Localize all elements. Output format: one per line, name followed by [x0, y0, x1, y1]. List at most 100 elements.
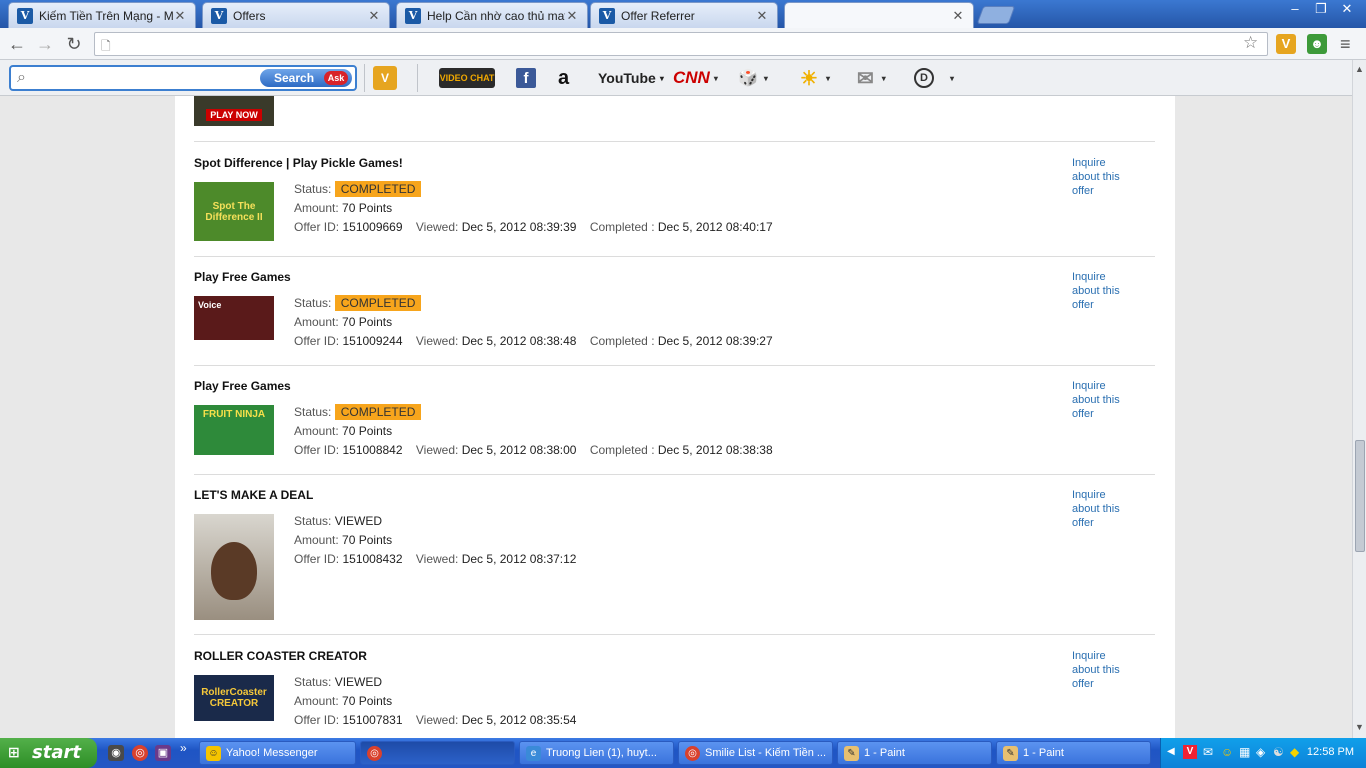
forward-arrow-icon[interactable]: →: [34, 33, 56, 55]
windows-taskbar: ⊞ start ◉ ◎ ▣ » ☺ Yahoo! Messenger ◎ e Truo…: [0, 738, 1366, 768]
wrench-menu-icon[interactable]: ≡: [1340, 34, 1351, 55]
viewed-label: Viewed:: [415, 220, 459, 234]
taskbar-yahoo-messenger[interactable]: ☺ Yahoo! Messenger: [199, 741, 356, 765]
games-icon[interactable]: 🎲 ▾: [738, 65, 768, 91]
task-label: 1 - Paint: [1023, 747, 1064, 759]
offer-id-value: 151009669: [342, 220, 403, 234]
v-toolbar-icon[interactable]: V: [373, 66, 397, 90]
tab-help[interactable]: V Help Cần nhờ cao thủ matom ✕: [396, 2, 588, 28]
weather-icon[interactable]: ☀ ▾: [800, 65, 830, 91]
yahoo-tray-icon[interactable]: ☺: [1221, 745, 1233, 759]
tab-active[interactable]: ✕: [784, 2, 974, 28]
reload-icon[interactable]: ↻: [63, 33, 85, 55]
viewed-value: Dec 5, 2012 08:38:48: [461, 334, 577, 348]
robot-extension-icon[interactable]: ☻: [1307, 34, 1327, 54]
ask-search-button[interactable]: Search Ask: [260, 69, 352, 87]
offer-item: PLAY NOW: [194, 96, 1155, 142]
completed-value: Dec 5, 2012 08:39:27: [657, 334, 773, 348]
offer-item: ROLLER COASTER CREATOR RollerCoaster CRE…: [194, 649, 1155, 738]
tab-offers[interactable]: V Offers ✕: [202, 2, 390, 28]
close-window-button[interactable]: ✕: [1334, 0, 1360, 18]
scroll-down-arrow-icon[interactable]: ▼: [1355, 722, 1364, 732]
inquire-offer-link[interactable]: Inquire about this offer: [1072, 649, 1136, 691]
back-arrow-icon[interactable]: ←: [6, 33, 28, 55]
offer-thumbnail[interactable]: Voice: [194, 296, 274, 340]
offer-item: Play Free Games Voice Status: COMPLETED …: [194, 270, 1155, 366]
taskbar-chrome-smilie[interactable]: ◎ Smilie List - Kiếm Tiền ...: [678, 741, 833, 765]
tray-expand-icon[interactable]: ◀: [1167, 746, 1175, 757]
chrome-icon: ◎: [367, 746, 382, 761]
close-tab-icon[interactable]: ✕: [951, 8, 965, 24]
start-button[interactable]: ⊞ start: [0, 738, 97, 768]
offer-thumbnail[interactable]: PLAY NOW: [194, 96, 274, 126]
chrome-icon: ◎: [685, 746, 700, 761]
amount-label: Amount:: [294, 201, 339, 215]
offer-id-label: Offer ID:: [294, 713, 340, 727]
tray-app-icon[interactable]: ✉: [1203, 745, 1213, 759]
viewed-value: Dec 5, 2012 08:37:12: [461, 552, 577, 566]
status-label: Status:: [294, 675, 332, 689]
taskbar-chrome-window[interactable]: ◎: [360, 741, 515, 765]
vforum-favicon-icon: V: [211, 7, 227, 24]
alert-tray-icon[interactable]: ◆: [1290, 745, 1299, 759]
close-tab-icon[interactable]: ✕: [565, 8, 579, 24]
amazon-icon[interactable]: a: [558, 65, 569, 91]
taskbar-paint-1[interactable]: ✎ 1 - Paint: [837, 741, 992, 765]
network-tray-icon[interactable]: ▦: [1239, 745, 1250, 759]
status-badge: COMPLETED: [334, 181, 422, 197]
vertical-scrollbar[interactable]: ▲ ▼: [1352, 60, 1366, 738]
offer-thumbnail[interactable]: Spot The Difference II: [194, 182, 274, 241]
omnibox[interactable]: 🗋: [94, 32, 1268, 56]
radio-icon[interactable]: D ▾: [914, 65, 954, 91]
chrome-quicklaunch-icon[interactable]: ◎: [132, 745, 148, 761]
ask-search-box[interactable]: ⌕ Search Ask: [9, 65, 357, 91]
thumbnail-text: Voice: [198, 300, 222, 310]
toolbar-divider: [364, 64, 365, 92]
amount-label: Amount:: [294, 424, 339, 438]
inquire-offer-link[interactable]: Inquire about this offer: [1072, 488, 1136, 530]
offer-id-value: 151007831: [342, 713, 403, 727]
offer-title: ROLLER COASTER CREATOR: [194, 649, 367, 663]
clock[interactable]: 12:58 PM: [1307, 746, 1354, 758]
tray-app-icon[interactable]: ☯: [1273, 745, 1284, 759]
status-value: VIEWED: [334, 514, 383, 528]
task-label: Smilie List - Kiếm Tiền ...: [705, 747, 827, 759]
v-tray-icon[interactable]: V: [1183, 745, 1197, 759]
scrollbar-thumb[interactable]: [1355, 440, 1365, 552]
offer-thumbnail[interactable]: RollerCoaster CREATOR: [194, 675, 274, 721]
quicklaunch-app-icon[interactable]: ◉: [108, 745, 124, 761]
v-extension-icon[interactable]: V: [1276, 34, 1296, 54]
cnn-icon[interactable]: CNN ▾: [673, 65, 718, 91]
scroll-up-arrow-icon[interactable]: ▲: [1355, 64, 1364, 74]
taskbar-ie-window[interactable]: e Truong Lien (1), huyt...: [519, 741, 674, 765]
restore-button[interactable]: ❐: [1308, 0, 1334, 18]
inquire-offer-link[interactable]: Inquire about this offer: [1072, 156, 1136, 198]
taskbar-paint-2[interactable]: ✎ 1 - Paint: [996, 741, 1151, 765]
offer-thumbnail[interactable]: [194, 514, 274, 620]
search-icon: ⌕: [17, 69, 26, 86]
minimize-button[interactable]: –: [1282, 0, 1308, 18]
youtube-icon[interactable]: YouTube ▾: [598, 65, 664, 91]
tab-kiem-tien[interactable]: V Kiếm Tiền Trên Mạng - MMO4 ✕: [8, 2, 196, 28]
bookmark-star-icon[interactable]: ☆: [1243, 33, 1258, 53]
close-tab-icon[interactable]: ✕: [173, 8, 187, 24]
mail-icon[interactable]: ✉ ▾: [857, 65, 886, 91]
ask-toolbar: ⌕ Search Ask V VIDEO CHAT f a YouTube ▾ CN…: [0, 60, 1352, 96]
close-tab-icon[interactable]: ✕: [755, 8, 769, 24]
viewed-label: Viewed:: [415, 713, 459, 727]
offer-title: Spot Difference | Play Pickle Games!: [194, 156, 403, 170]
quicklaunch-more-icon[interactable]: »: [180, 741, 187, 755]
quicklaunch-app-icon[interactable]: ▣: [155, 745, 171, 761]
offer-thumbnail[interactable]: FRUIT NINJA: [194, 405, 274, 455]
amount-label: Amount:: [294, 533, 339, 547]
facebook-icon[interactable]: f: [516, 68, 536, 88]
video-chat-icon[interactable]: VIDEO CHAT: [439, 68, 495, 88]
tab-title: Help Cần nhờ cao thủ matom: [427, 8, 565, 23]
inquire-offer-link[interactable]: Inquire about this offer: [1072, 379, 1136, 421]
vforum-favicon-icon: V: [405, 7, 421, 24]
new-tab-button[interactable]: [976, 6, 1016, 24]
tray-app-icon[interactable]: ◈: [1256, 745, 1265, 759]
tab-offer-referrer[interactable]: V Offer Referrer ✕: [590, 2, 778, 28]
inquire-offer-link[interactable]: Inquire about this offer: [1072, 270, 1136, 312]
close-tab-icon[interactable]: ✕: [367, 8, 381, 24]
